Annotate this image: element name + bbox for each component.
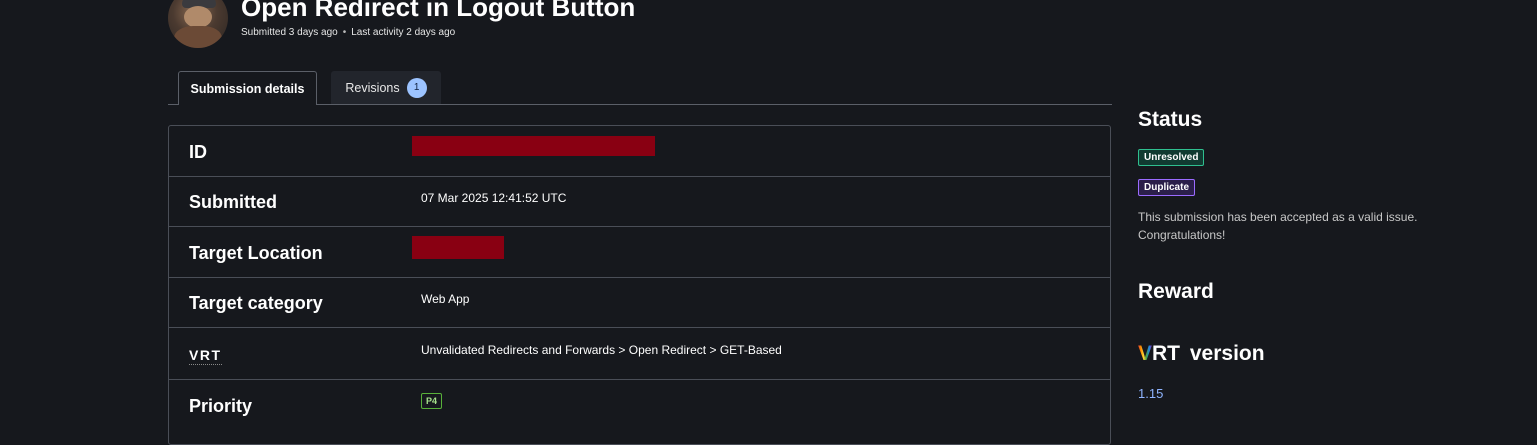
- vrt-version-word: version: [1189, 342, 1265, 365]
- page-title: Open Redirect in Logout Button: [241, 0, 636, 22]
- detail-label: Target category: [189, 293, 323, 313]
- avatar-body: [174, 26, 222, 48]
- detail-row-vrt: VRT Unvalidated Redirects and Forwards >…: [169, 328, 1110, 380]
- tab-label: Submission details: [190, 81, 305, 96]
- detail-label: Target Location: [189, 243, 323, 263]
- detail-row-target-location: Target Location: [169, 227, 1110, 278]
- avatar-face: [184, 6, 212, 28]
- status-heading: Status: [1138, 108, 1203, 131]
- submission-meta: Submitted 3 days ago • Last activity 2 day…: [241, 27, 455, 38]
- detail-label: Priority: [189, 396, 253, 416]
- status-badge-unresolved: Unresolved: [1138, 149, 1205, 166]
- vrt-logo-rest: RT: [1152, 342, 1181, 365]
- tab-submission-details[interactable]: Submission details: [178, 71, 317, 105]
- detail-value: Unvalidated Redirects and Forwards > Ope…: [421, 343, 782, 357]
- detail-row-submitted: Submitted 07 Mar 2025 12:41:52 UTC: [169, 176, 1110, 227]
- last-activity-time: Last activity 2 days ago: [351, 27, 456, 38]
- vrt-version-heading: VRT version: [1138, 342, 1265, 366]
- redacted-target-location: [412, 236, 504, 259]
- priority-badge: P4: [421, 393, 443, 409]
- detail-label: ID: [189, 142, 207, 162]
- redacted-id-value: [412, 136, 655, 156]
- vrt-version-link[interactable]: 1.15: [1138, 386, 1163, 401]
- status-message: This submission has been accepted as a v…: [1138, 210, 1418, 242]
- status-badge-duplicate: Duplicate: [1138, 179, 1196, 196]
- revisions-count-badge: 1: [406, 77, 427, 98]
- detail-value: Web App: [421, 292, 470, 306]
- separator-dot: •: [342, 27, 347, 38]
- priority-value: P4: [421, 393, 443, 409]
- vrt-logo-v: V: [1138, 342, 1153, 365]
- vrt-logo: VRT: [1138, 342, 1180, 366]
- tab-revisions[interactable]: Revisions 1: [331, 71, 441, 104]
- detail-row-id: ID: [169, 126, 1110, 177]
- detail-row-target-category: Target category Web App: [169, 277, 1110, 328]
- submission-details-table: ID Submitted 07 Mar 2025 12:41:52 UTC Ta…: [168, 125, 1111, 445]
- avatar[interactable]: [168, 0, 228, 48]
- submitted-time: Submitted 3 days ago: [241, 27, 338, 38]
- vrt-label[interactable]: VRT: [189, 347, 222, 365]
- detail-value: 07 Mar 2025 12:41:52 UTC: [421, 191, 567, 205]
- reward-heading: Reward: [1138, 280, 1214, 303]
- tab-label: Revisions: [345, 80, 400, 95]
- detail-label: Submitted: [189, 192, 277, 212]
